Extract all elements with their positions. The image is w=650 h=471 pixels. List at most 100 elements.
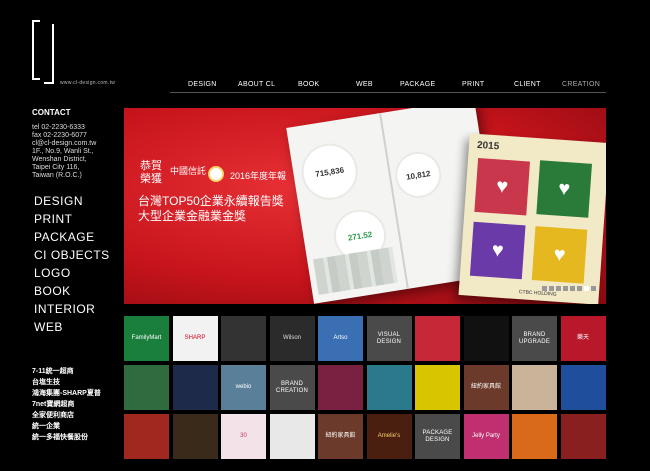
slide-dot[interactable] [556,286,561,291]
portfolio-tile[interactable] [463,316,509,361]
contact-line: tel 02-2230-6333 [32,124,85,131]
nav-package[interactable]: PACKAGE [400,81,435,88]
tile-label [145,435,149,439]
client-link[interactable]: 統一企業 [32,421,60,431]
portfolio-tile[interactable]: 紐約家具館 [318,414,363,459]
portfolio-tile[interactable]: webio [221,365,266,410]
portfolio-tile[interactable] [560,414,606,459]
portfolio-tile[interactable]: Artso [318,316,363,361]
cover-year: 2015 [476,139,500,153]
city-illustration [313,246,398,295]
category-tile[interactable]: VISUAL DESIGN [366,316,412,361]
top-navigation: DESIGN ABOUT CL BOOK WEB PACKAGE PRINT CLIENT C… [170,81,606,93]
tile-label: webio [235,384,252,390]
slide-dot[interactable] [591,286,596,291]
sidenav-web[interactable]: WEB [34,320,63,334]
contact-title: CONTACT [32,108,71,117]
slide-dot[interactable] [549,286,554,291]
sidenav-ci-objects[interactable]: CI OBJECTS [34,248,110,262]
tile-label [193,435,197,439]
tile-label [193,386,197,390]
portfolio-tile[interactable] [172,365,218,410]
tile-label: Amelie's [377,433,401,439]
banner-congrats: 恭賀榮獲 [140,160,162,185]
tile-label: 紐約家具館 [325,433,356,439]
stat-bubble-2: 10,812 [391,148,445,202]
sidenav-design[interactable]: DESIGN [34,194,83,208]
hero-banner[interactable]: 恭賀榮獲 中國信託 2016年度年報 台灣TOP50企業永續報告獎 大型企業金融… [124,108,606,304]
sidenav-book[interactable]: BOOK [34,284,71,298]
portfolio-tile[interactable] [318,365,363,410]
contact-line: fax 02-2230-6077 [32,132,87,139]
cover-heart-photo-4: ♥ [531,226,588,284]
tile-label: Wilson [282,335,301,341]
cover-heart-photo-2: ♥ [536,160,592,218]
contact-line[interactable]: cl@cl-design.com.tw [32,140,96,148]
category-tile[interactable]: BRAND UPGRADE [512,316,557,361]
portfolio-tile[interactable]: Jelly Party [463,414,509,459]
sidenav-print[interactable]: PRINT [34,212,73,226]
tile-label: FamilyMart [131,335,162,341]
sidenav-logo[interactable]: LOGO [34,266,71,280]
tile-label: BRAND UPGRADE [518,331,551,345]
portfolio-tile[interactable] [124,414,169,459]
portfolio-tile[interactable]: SHARP [172,316,218,361]
slide-dot[interactable] [584,286,589,291]
tile-label: Jelly Party [472,433,500,439]
portfolio-tile[interactable]: FamilyMart [124,316,169,361]
nav-book[interactable]: BOOK [298,81,319,88]
portfolio-tile[interactable] [221,316,266,361]
tile-label [387,386,391,390]
portfolio-tile[interactable] [415,316,460,361]
portfolio-tile[interactable] [124,365,169,410]
sidenav-package[interactable]: PACKAGE [34,230,95,244]
client-link[interactable]: 7net寶網超商 [32,399,74,409]
portfolio-tile[interactable]: Wilson [269,316,315,361]
slide-dot[interactable] [577,286,582,291]
portfolio-tile[interactable] [366,365,412,410]
tile-label [484,337,488,341]
nav-about-cl[interactable]: ABOUT CL [238,81,275,88]
cover-heart-photo-1: ♥ [474,157,530,216]
portfolio-tile[interactable] [172,414,218,459]
portfolio-tile[interactable] [512,365,557,410]
client-link[interactable]: 統一多福快餐股份 [32,432,88,442]
portfolio-tile[interactable]: 樂天 [560,316,606,361]
tile-label [436,337,440,341]
logo-url: www.cl-design.com.tw [60,80,116,86]
portfolio-tile[interactable] [415,365,460,410]
slide-dot[interactable] [563,286,568,291]
client-link[interactable]: 台塩生技 [32,377,60,387]
tile-label [436,386,440,390]
nav-print[interactable]: PRINT [462,81,485,88]
tile-label [290,435,294,439]
portfolio-tile[interactable]: 30 [221,414,266,459]
slide-dot[interactable] [570,286,575,291]
nav-design[interactable]: DESIGN [188,81,217,88]
slide-dot[interactable] [542,286,547,291]
portfolio-tile[interactable] [269,414,315,459]
cl-logo[interactable] [32,20,54,84]
tile-label [145,386,149,390]
nav-web[interactable]: WEB [356,81,373,88]
bank-seal-icon [208,166,224,182]
client-link[interactable]: 鴻海集團-SHARP夏普 [32,388,101,398]
stat-bubble-1: 715,836 [297,139,362,204]
slide-indicator [540,278,596,296]
tile-label [339,386,343,390]
client-link[interactable]: 全家便利商店 [32,410,74,420]
portfolio-tile[interactable] [512,414,557,459]
tile-label [242,337,246,341]
tile-label: SHARP [184,335,206,341]
portfolio-tile[interactable] [560,365,606,410]
tile-label [581,386,585,390]
portfolio-tile[interactable]: 紐約家具館 [463,365,509,410]
tile-label: VISUAL DESIGN [376,331,402,345]
category-tile[interactable]: BRAND CREATION [269,365,315,410]
client-link[interactable]: 7-11統一超商 [32,366,74,376]
portfolio-tile[interactable]: Amelie's [366,414,412,459]
nav-creation[interactable]: CREATION [562,81,600,88]
category-tile[interactable]: PACKAGE DESIGN [415,414,460,459]
sidenav-interior[interactable]: INTERIOR [34,302,95,316]
nav-client[interactable]: CLIENT [514,81,541,88]
